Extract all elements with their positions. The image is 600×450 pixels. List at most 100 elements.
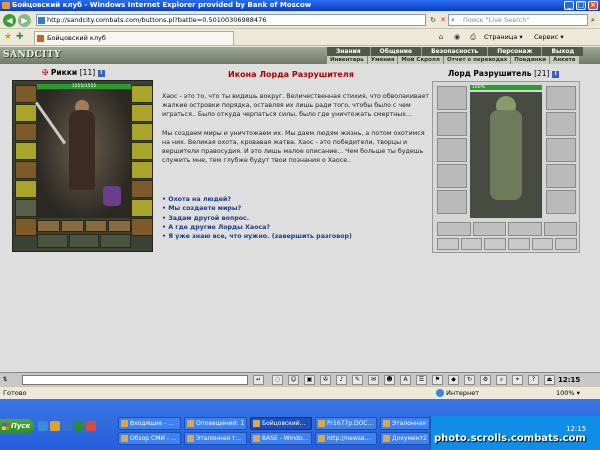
settings-icon[interactable]: ⚙ [480, 375, 491, 385]
filter-icon[interactable]: ✇ [320, 375, 331, 385]
color-icon[interactable]: ◆ [448, 375, 459, 385]
taskbar-window-button[interactable]: Оповещений: 1 [184, 417, 247, 430]
chat-scroll-icon[interactable]: ⇅ [0, 375, 10, 385]
taskbar-window-button[interactable]: http://newsa... [315, 432, 377, 445]
shirt-slot[interactable] [15, 180, 37, 198]
page-menu[interactable]: Страница ▾ [484, 32, 523, 43]
start-button[interactable]: Пуск [0, 419, 34, 434]
ring-slot[interactable] [131, 142, 153, 160]
belt-item-slot[interactable] [37, 220, 60, 232]
sub-menu-item[interactable]: Анкета [549, 56, 579, 64]
helmet-slot[interactable] [15, 85, 37, 103]
help-icon[interactable]: ? [528, 375, 539, 385]
dialog-choice-link[interactable]: А где другие Лорды Хаоса? [162, 223, 434, 232]
mail-quicklaunch-icon[interactable] [86, 421, 96, 431]
maximize-button[interactable]: □ [576, 1, 586, 10]
bracers-slot[interactable] [15, 104, 37, 122]
belt-slot[interactable] [15, 161, 37, 179]
add-favorite-icon[interactable]: ✚ [16, 32, 26, 42]
dialog-choice-link[interactable]: Мы создаете миры? [162, 204, 434, 213]
cloak-slot[interactable] [15, 199, 37, 217]
tools-menu[interactable]: Сервис ▾ [534, 32, 564, 43]
excel-quicklaunch-icon[interactable] [74, 421, 84, 431]
enemy-info-icon[interactable]: i [552, 70, 560, 78]
clear-chat-icon[interactable]: ◌ [272, 375, 283, 385]
search-chat-icon[interactable]: ⌕ [496, 375, 507, 385]
belt-item-slot[interactable] [60, 220, 84, 232]
sub-menu-item[interactable]: Поединки [510, 56, 550, 64]
ring-slot[interactable] [131, 161, 153, 179]
player-info-icon[interactable]: i [97, 69, 105, 77]
feeds-icon[interactable]: ◉ [452, 32, 462, 42]
zoom-level[interactable]: 100% ▾ [556, 387, 580, 399]
ie-quicklaunch-icon[interactable] [38, 421, 48, 431]
taskbar-window-button[interactable]: Эталонная т... [184, 432, 247, 445]
belt-item-slot[interactable] [84, 220, 108, 232]
dialog-choice-link[interactable]: Задам другой вопрос. [162, 214, 434, 223]
chat-filter-icon[interactable]: ⚑ [432, 375, 443, 385]
print-icon[interactable]: ⎙ [468, 32, 478, 42]
sound-icon[interactable]: ♪ [336, 375, 347, 385]
main-menu-item[interactable]: Знания [326, 47, 370, 56]
word-quicklaunch-icon[interactable] [62, 421, 72, 431]
armor-slot[interactable] [15, 142, 37, 160]
smiley-icon[interactable]: ☺ [288, 375, 299, 385]
refresh-chat-icon[interactable]: ↻ [464, 375, 475, 385]
emoticon-icon[interactable]: ☻ [384, 375, 395, 385]
chat-input[interactable] [22, 375, 248, 385]
close-button[interactable]: × [588, 1, 598, 10]
taskbar-window-button[interactable]: Pr1677p.DOC... [315, 417, 377, 430]
taskbar-window-button[interactable]: Бойцовский... [250, 417, 312, 430]
sub-menu-item[interactable]: Инвентарь [326, 56, 367, 64]
favorites-star-icon[interactable]: ★ [4, 32, 14, 42]
taskbar-window-button[interactable]: Документ2 - ... [380, 432, 430, 445]
forward-arrow-icon[interactable]: ▶ [18, 14, 31, 27]
map-icon[interactable]: ⌖ [512, 375, 523, 385]
folder-quicklaunch-icon[interactable] [50, 421, 60, 431]
main-menu-item[interactable]: Безопасность [421, 47, 488, 56]
rune-slot[interactable] [68, 234, 100, 248]
chat-mode-icon[interactable]: ✎ [352, 375, 363, 385]
ring-slot[interactable] [131, 123, 153, 141]
belt-item-slot[interactable] [108, 220, 131, 232]
weapon-slot[interactable] [15, 123, 37, 141]
boots-slot[interactable] [131, 218, 153, 236]
sub-menu-item[interactable]: Отчет о переводах [442, 56, 511, 64]
save-chat-icon[interactable]: ▣ [304, 375, 315, 385]
taskbar-window-button[interactable]: Обзор СМИ - ... [118, 432, 181, 445]
gloves-slot[interactable] [131, 180, 153, 198]
refresh-icon[interactable]: ↻ [428, 15, 438, 25]
send-message-icon[interactable]: ↵ [253, 375, 264, 385]
leggings-slot[interactable] [15, 218, 37, 236]
sub-menu-item[interactable]: Умения [366, 56, 398, 64]
dialog-choice-link[interactable]: Я уже знаю все, что нужно. (завершить ра… [162, 232, 434, 241]
sys-messages-icon[interactable]: ☰ [416, 375, 427, 385]
stop-icon[interactable]: ✕ [438, 15, 448, 25]
home-icon[interactable]: ⌂ [436, 32, 446, 42]
main-menu-item[interactable]: Выход [541, 47, 584, 56]
main-menu-item[interactable]: Персонаж [487, 47, 542, 56]
necklace-slot[interactable] [131, 104, 153, 122]
taskbar-window-button[interactable]: BASE - Windo... [250, 432, 312, 445]
rune-slot[interactable] [37, 234, 68, 248]
taskbar-window-button[interactable]: Входящие - ... [118, 417, 181, 430]
earring-slot[interactable] [131, 85, 153, 103]
search-input[interactable]: ⌕ Поиск "Live Search" [448, 14, 588, 26]
address-input[interactable]: http://sandcity.combats.com/buttons.pl?b… [36, 14, 426, 26]
dialog-choice-link[interactable]: Охота на людей? [162, 195, 434, 204]
rune-slot[interactable] [100, 234, 132, 248]
window-app-icon [318, 435, 325, 442]
search-go-button[interactable]: ⌕ [588, 14, 598, 26]
exit-icon[interactable]: ⏏ [544, 375, 555, 385]
main-menu-item[interactable]: Общение [369, 47, 422, 56]
player-name[interactable]: Рикки [51, 68, 77, 77]
player-avatar[interactable] [34, 90, 131, 218]
taskbar-window-button[interactable]: Эталонная т... [380, 417, 430, 430]
minimize-button[interactable]: _ [564, 1, 574, 10]
private-icon[interactable]: ✉ [368, 375, 379, 385]
sub-menu-item[interactable]: Мой Скролл [397, 56, 443, 64]
back-arrow-icon[interactable]: ◀ [3, 14, 16, 27]
shield-slot[interactable] [131, 199, 153, 217]
translit-icon[interactable]: A [400, 375, 411, 385]
tab-active[interactable]: Бойцовский клуб [34, 31, 234, 45]
